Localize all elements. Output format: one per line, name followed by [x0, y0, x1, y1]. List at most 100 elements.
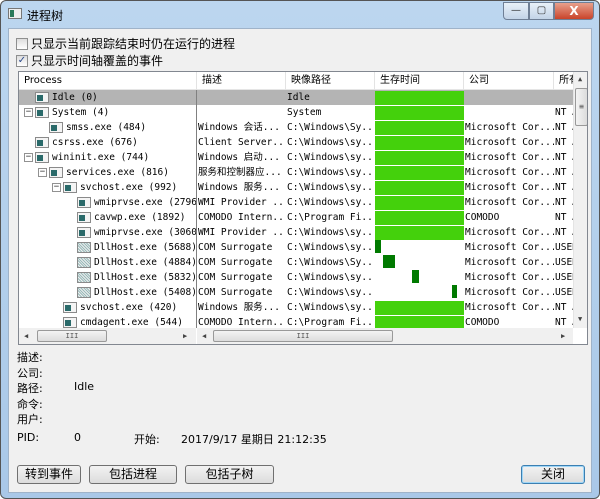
scroll-thumb[interactable]: III: [37, 330, 107, 342]
owner-cell: USER: [555, 287, 574, 298]
path-value: Idle: [74, 380, 95, 393]
vertical-scrollbar[interactable]: ▲ ≡ ▼: [573, 72, 587, 328]
table-row[interactable]: cavwp.exe (1892) COMODO Intern... C:\Progr…: [19, 210, 574, 225]
collapse-icon[interactable]: −: [24, 108, 33, 117]
process-name: svchost.exe (420): [80, 302, 178, 313]
description-cell: Windows 启动...: [198, 152, 280, 163]
collapse-icon[interactable]: −: [52, 183, 61, 192]
process-icon: [35, 92, 49, 103]
table-row[interactable]: − wininit.exe (744) Windows 启动... C:\Window…: [19, 150, 574, 165]
lifetime-bar: [383, 255, 395, 268]
lifetime-bar: [375, 151, 464, 165]
goto-event-button[interactable]: 转到事件: [17, 465, 81, 484]
checkbox-label: 只显示时间轴覆盖的事件: [31, 54, 164, 68]
table-row[interactable]: DllHost.exe (4884) COM Surrogate C:\Window…: [19, 255, 574, 270]
include-process-button[interactable]: 包括进程: [89, 465, 177, 484]
company-cell: Microsoft Cor...: [465, 197, 554, 208]
column-process[interactable]: Process: [19, 72, 197, 90]
company-cell: Microsoft Cor...: [465, 272, 554, 283]
lifetime-bar: [375, 211, 464, 225]
table-row[interactable]: − System (4) System NT A: [19, 105, 574, 120]
close-window-button[interactable]: X: [554, 2, 594, 20]
table-row[interactable]: smss.exe (484) Windows 会话... C:\Windows\Sy…: [19, 120, 574, 135]
process-icon: [49, 122, 63, 133]
process-icon: [35, 137, 49, 148]
lifetime-bar: [375, 136, 464, 150]
scroll-thumb[interactable]: III: [213, 330, 393, 342]
description-cell: COM Surrogate: [198, 272, 273, 283]
collapse-icon[interactable]: −: [38, 168, 47, 177]
image-path-cell: C:\Windows\sy...: [287, 167, 375, 178]
start-label: 开始:: [134, 433, 160, 446]
table-row[interactable]: DllHost.exe (5408) COM Surrogate C:\Window…: [19, 285, 574, 300]
table-row[interactable]: DllHost.exe (5688) COM Surrogate C:\Window…: [19, 240, 574, 255]
process-name: DllHost.exe (5408): [94, 287, 196, 298]
owner-cell: NT A: [555, 122, 574, 133]
table-header: Process 描述 映像路径 生存时间 公司 所有: [19, 72, 584, 90]
process-name: wmiprvse.exe (3060): [94, 227, 196, 238]
company-cell: Microsoft Cor...: [465, 227, 554, 238]
column-image-path[interactable]: 映像路径: [286, 72, 375, 90]
option-timeline-only[interactable]: ✓ 只显示时间轴覆盖的事件: [16, 52, 163, 69]
company-cell: Microsoft Cor...: [465, 182, 554, 193]
option-running-only[interactable]: 只显示当前跟踪结束时仍在运行的进程: [16, 35, 235, 52]
description-cell: WMI Provider ...: [198, 227, 286, 238]
table-row[interactable]: − services.exe (816) 服务和控制器应... C:\Windows\…: [19, 165, 574, 180]
image-path-cell: C:\Windows\sy...: [287, 152, 375, 163]
process-name: DllHost.exe (5688): [94, 242, 196, 253]
dll-process-icon: [77, 242, 91, 253]
checkbox-label: 只显示当前跟踪结束时仍在运行的进程: [31, 37, 236, 51]
scroll-left-icon[interactable]: ◀: [202, 332, 206, 340]
image-path-cell: Idle: [287, 92, 310, 103]
company-cell: Microsoft Cor...: [465, 257, 554, 268]
image-path-cell: C:\Windows\sy...: [287, 182, 375, 193]
description-cell: Windows 服务...: [198, 182, 280, 193]
right-horizontal-scrollbar[interactable]: ◀ III ▶: [197, 328, 573, 344]
column-lifetime[interactable]: 生存时间: [375, 72, 464, 90]
checkbox[interactable]: [16, 37, 28, 50]
owner-cell: NT A: [555, 302, 574, 313]
maximize-button[interactable]: ▢: [529, 2, 554, 20]
company-cell: Microsoft Cor...: [465, 137, 554, 148]
description-cell: Windows 服务...: [198, 302, 280, 313]
table-row[interactable]: − svchost.exe (992) Windows 服务... C:\Window…: [19, 180, 574, 195]
include-subtree-button[interactable]: 包括子树: [185, 465, 274, 484]
owner-cell: NT A: [555, 197, 574, 208]
table-row[interactable]: csrss.exe (676) Client Server... C:\Window…: [19, 135, 574, 150]
description-cell: [197, 90, 286, 105]
table-row[interactable]: wmiprvse.exe (2796) WMI Provider ... C:\Wi…: [19, 195, 574, 210]
pid-label: PID:: [17, 431, 40, 444]
process-tree-table[interactable]: Process 描述 映像路径 生存时间 公司 所有 Idle (0) Idle −…: [18, 71, 588, 345]
window-title: 进程树: [27, 9, 64, 23]
process-name: services.exe (816): [66, 167, 169, 178]
pane-divider[interactable]: [196, 90, 197, 328]
scroll-up-icon[interactable]: ▲: [578, 75, 582, 83]
description-cell: [197, 105, 286, 120]
scroll-thumb[interactable]: ≡: [575, 88, 587, 126]
close-button[interactable]: 关闭: [521, 465, 585, 484]
lifetime-bar: [375, 106, 464, 120]
company-cell: Microsoft Cor...: [465, 152, 554, 163]
owner-cell: NT A: [555, 227, 574, 238]
table-row[interactable]: wmiprvse.exe (3060) WMI Provider ... C:\Wi…: [19, 225, 574, 240]
pid-value: 0: [74, 431, 81, 444]
column-description[interactable]: 描述: [197, 72, 286, 90]
checkbox[interactable]: ✓: [16, 54, 28, 67]
title-bar[interactable]: 进程树 — ▢ X: [1, 1, 599, 27]
lifetime-bar: [375, 166, 464, 180]
left-horizontal-scrollbar[interactable]: ◀ III ▶: [19, 328, 196, 344]
collapse-icon[interactable]: −: [24, 153, 33, 162]
table-row[interactable]: Idle (0) Idle: [19, 90, 573, 105]
scroll-left-icon[interactable]: ◀: [24, 332, 28, 340]
minimize-button[interactable]: —: [503, 2, 529, 20]
scroll-right-icon[interactable]: ▶: [183, 332, 187, 340]
table-row[interactable]: svchost.exe (420) Windows 服务... C:\Windows…: [19, 300, 574, 315]
scroll-down-icon[interactable]: ▼: [578, 315, 582, 323]
column-company[interactable]: 公司: [464, 72, 554, 90]
lifetime-bar: [451, 285, 457, 298]
description-cell: COM Surrogate: [198, 287, 273, 298]
table-row[interactable]: DllHost.exe (5832) COM Surrogate C:\Window…: [19, 270, 574, 285]
desc-label: 描述:: [17, 351, 43, 364]
description-cell: 服务和控制器应...: [198, 167, 282, 178]
scroll-right-icon[interactable]: ▶: [561, 332, 565, 340]
